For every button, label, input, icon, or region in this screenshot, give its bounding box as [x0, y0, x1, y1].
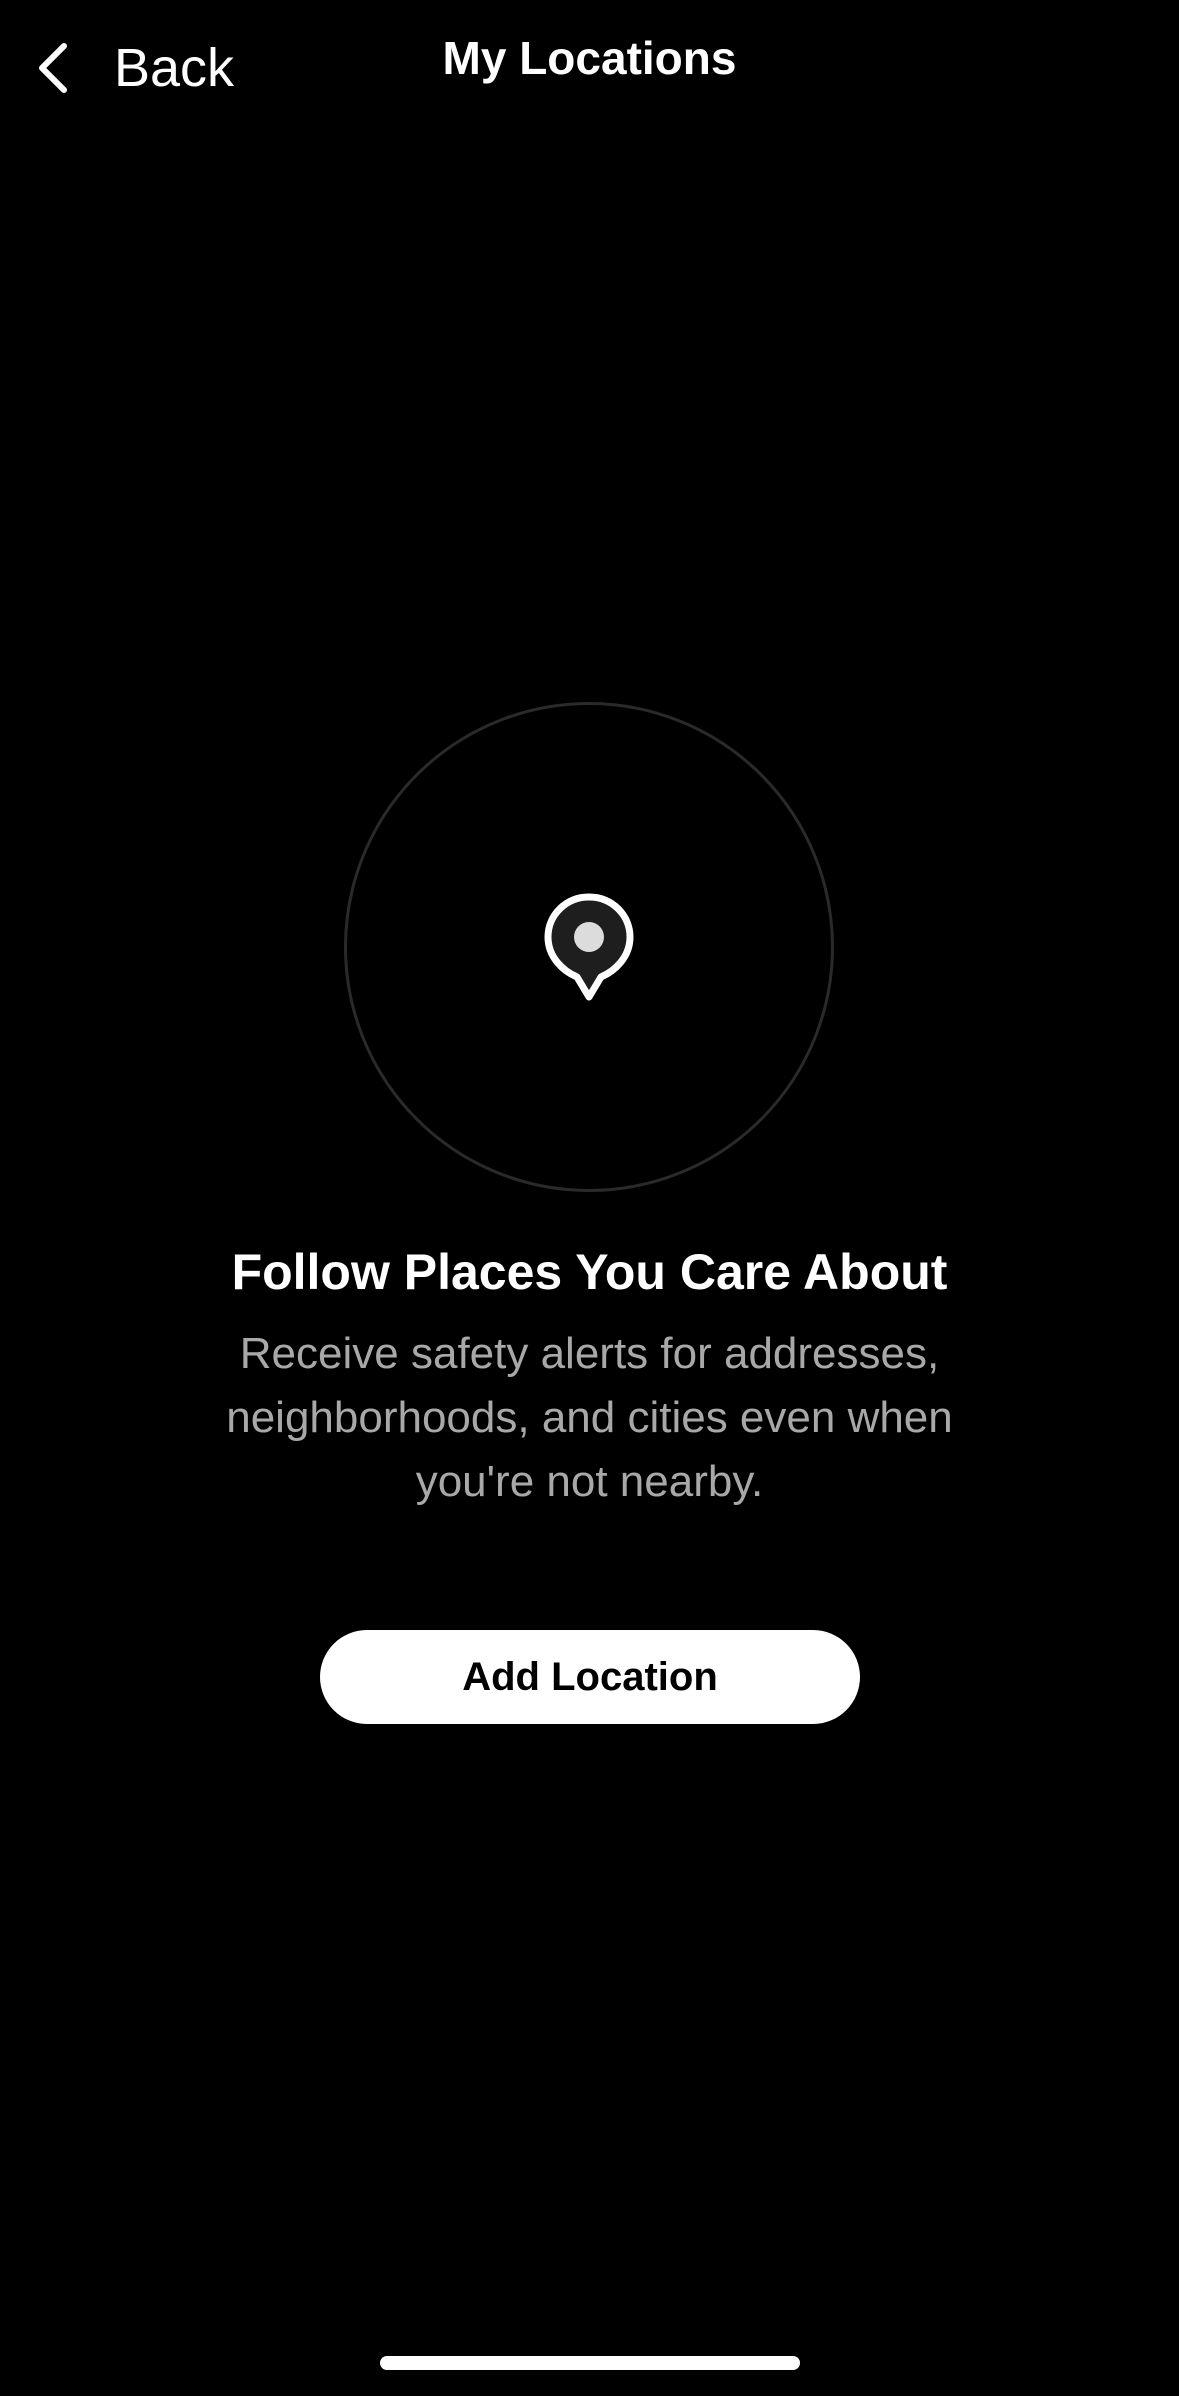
empty-state-headline: Follow Places You Care About	[231, 1244, 948, 1300]
page-title: My Locations	[442, 32, 737, 84]
empty-state-description: Receive safety alerts for addresses, nei…	[226, 1329, 953, 1506]
empty-state-circle	[344, 702, 834, 1192]
location-pin-icon	[544, 893, 634, 1001]
home-indicator	[380, 2356, 800, 2370]
nav-bar: Back My Locations	[0, 0, 1179, 130]
add-location-button[interactable]: Add Location	[320, 1630, 860, 1724]
